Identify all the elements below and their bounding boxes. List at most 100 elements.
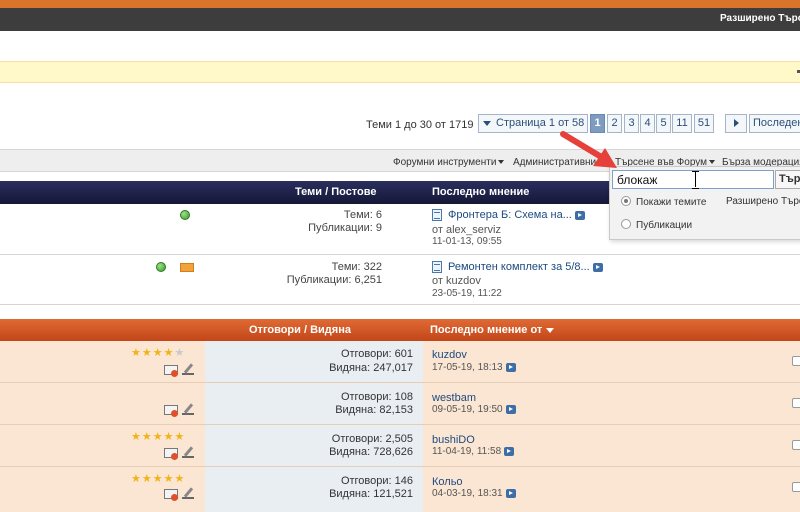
thread-stats-cell: Отговори: 601 Видяна: 247,017: [205, 341, 423, 382]
forum-thread-count: Теми: 322: [331, 261, 382, 273]
last-post-time-text: 11-04-19, 11:58: [432, 446, 502, 457]
thread-select-checkbox[interactable]: [792, 356, 800, 366]
status-online-icon: [156, 262, 166, 272]
advanced-search-link[interactable]: Разширено Търсе: [720, 13, 800, 24]
last-poster[interactable]: kuzdov: [432, 349, 467, 361]
forum-row: Теми: 322 Публикации: 6,251 Ремонтен ком…: [0, 255, 800, 305]
forum-thread-count: Теми: 6: [343, 209, 382, 221]
thread-icons-cell: ★★★★★: [0, 425, 205, 466]
next-page-button[interactable]: [725, 114, 747, 133]
thread-select-checkbox[interactable]: [792, 398, 800, 408]
col-last-post[interactable]: Последно мнение: [432, 186, 529, 198]
sort-desc-icon: [546, 327, 555, 333]
text-cursor-icon: [692, 171, 699, 189]
thread-stats-cell: Отговори: 108 Видяна: 82,153: [205, 383, 423, 424]
page-button[interactable]: 4: [640, 114, 655, 133]
go-to-post-icon[interactable]: [504, 446, 515, 456]
edit-pencil-icon[interactable]: [182, 363, 194, 375]
page-button[interactable]: 51: [694, 114, 714, 133]
thread-stats-cell: Отговори: 146 Видяна: 121,521: [205, 467, 423, 512]
edit-pencil-icon[interactable]: [182, 403, 194, 415]
rating-stars: ★★★★★: [131, 347, 186, 359]
view-count: Видяна: 728,626: [329, 446, 413, 458]
reply-count: Отговори: 601: [340, 348, 413, 360]
last-post-author[interactable]: от kuzdov: [432, 275, 481, 287]
last-post-author[interactable]: от alex_serviz: [432, 224, 501, 236]
edit-pencil-icon[interactable]: [182, 487, 194, 499]
last-post-date: 23-05-19, 11:22: [432, 288, 502, 299]
thread-row: ★★★★★ Отговори: 146 Видяна: 121,521 Коль…: [0, 467, 800, 512]
thread-count: Теми 1 до 30 от 1719: [366, 119, 474, 131]
last-post-time: 04-03-19, 18:31: [432, 488, 516, 499]
last-poster[interactable]: westbam: [432, 392, 476, 404]
col-replies-views[interactable]: Отговори / Видяна: [249, 324, 351, 336]
forum-post-count: Публикации: 6,251: [286, 274, 382, 286]
radio-posts[interactable]: [621, 219, 631, 229]
col-last-post-by[interactable]: Последно мнение от: [430, 324, 555, 336]
last-poster[interactable]: Кольо: [432, 476, 463, 488]
col-threads-posts[interactable]: Теми / Постове: [295, 186, 377, 198]
last-page-button[interactable]: Последен: [749, 114, 800, 133]
status-online-icon: [180, 210, 190, 220]
subscribe-mail-icon[interactable]: [164, 489, 178, 501]
last-poster[interactable]: bushiDO: [432, 434, 475, 446]
search-button[interactable]: Търс: [775, 170, 800, 189]
last-post-time: 11-04-19, 11:58: [432, 446, 515, 457]
forum-tools-menu[interactable]: Форумни инструменти: [393, 157, 505, 168]
chevron-right-icon: [733, 119, 739, 128]
last-post-time: 17-05-19, 18:13: [432, 362, 516, 373]
view-count: Видяна: 121,521: [329, 488, 413, 500]
go-to-post-icon[interactable]: [592, 262, 603, 272]
radio-show-threads[interactable]: [621, 196, 631, 206]
document-icon: [432, 261, 442, 273]
thread-select-checkbox[interactable]: [792, 440, 800, 450]
page-button[interactable]: 5: [656, 114, 671, 133]
last-post-link[interactable]: Фронтера Б: Схема на...: [448, 209, 585, 221]
notice-bar: [0, 61, 800, 83]
go-to-post-icon[interactable]: [574, 210, 585, 220]
subscribe-mail-icon[interactable]: [164, 365, 178, 377]
thread-lastpost-cell: kuzdov 17-05-19, 18:13: [423, 341, 800, 382]
rating-stars: ★★★★★: [131, 473, 186, 485]
thread-icons-cell: ★★★★★: [0, 467, 205, 512]
last-post-date: 11-01-13, 09:55: [432, 236, 502, 247]
go-to-post-icon[interactable]: [505, 362, 516, 372]
forum-tools-label: Форумни инструменти: [393, 157, 497, 168]
last-post-title[interactable]: Ремонтен комплект за 5/8...: [448, 261, 590, 273]
subscribe-mail-icon[interactable]: [164, 405, 178, 417]
top-accent-bar: [0, 0, 800, 8]
last-post-time-text: 09-05-19, 19:50: [432, 404, 503, 415]
last-post-title[interactable]: Фронтера Б: Схема на...: [448, 209, 572, 221]
thread-row: Отговори: 108 Видяна: 82,153 westbam 09-…: [0, 383, 800, 425]
last-post-link[interactable]: Ремонтен комплект за 5/8...: [448, 261, 603, 273]
last-post-time-text: 17-05-19, 18:13: [432, 362, 503, 373]
view-count: Видяна: 82,153: [335, 404, 413, 416]
rss-feed-icon[interactable]: [180, 263, 194, 272]
page-button[interactable]: 11: [672, 114, 692, 133]
radio-posts-label: Публикации: [636, 220, 693, 231]
subscribe-mail-icon[interactable]: [164, 448, 178, 460]
annotation-arrow-icon: [560, 131, 617, 168]
thread-select-checkbox[interactable]: [792, 482, 800, 492]
document-icon: [432, 209, 442, 221]
thread-lastpost-cell: bushiDO 11-04-19, 11:58: [423, 425, 800, 466]
chevron-down-icon: [483, 120, 491, 126]
caret-down-icon: [709, 160, 716, 165]
edit-pencil-icon[interactable]: [182, 446, 194, 458]
thread-row: ★★★★★ Отговори: 2,505 Видяна: 728,626 bu…: [0, 425, 800, 467]
reply-count: Отговори: 108: [340, 391, 413, 403]
view-count: Видяна: 247,017: [329, 362, 413, 374]
thread-table-header: Отговори / Видяна Последно мнение от: [0, 319, 800, 341]
col-last-post-by-label: Последно мнение от: [430, 324, 543, 336]
thread-stats-cell: Отговори: 2,505 Видяна: 728,626: [205, 425, 423, 466]
page: Разширено Търсе Теми 1 до 30 от 1719 Стр…: [0, 0, 800, 512]
go-to-post-icon[interactable]: [505, 488, 516, 498]
thread-lastpost-cell: Кольо 04-03-19, 18:31: [423, 467, 800, 512]
go-to-post-icon[interactable]: [505, 404, 516, 414]
forum-post-count: Публикации: 9: [308, 222, 382, 234]
popup-advanced-search-link[interactable]: Разширено Търс: [726, 196, 800, 207]
page-button[interactable]: 3: [624, 114, 639, 133]
thread-icons-cell: [0, 383, 205, 424]
thread-icons-cell: ★★★★★: [0, 341, 205, 382]
navbar: Разширено Търсе: [0, 8, 800, 31]
